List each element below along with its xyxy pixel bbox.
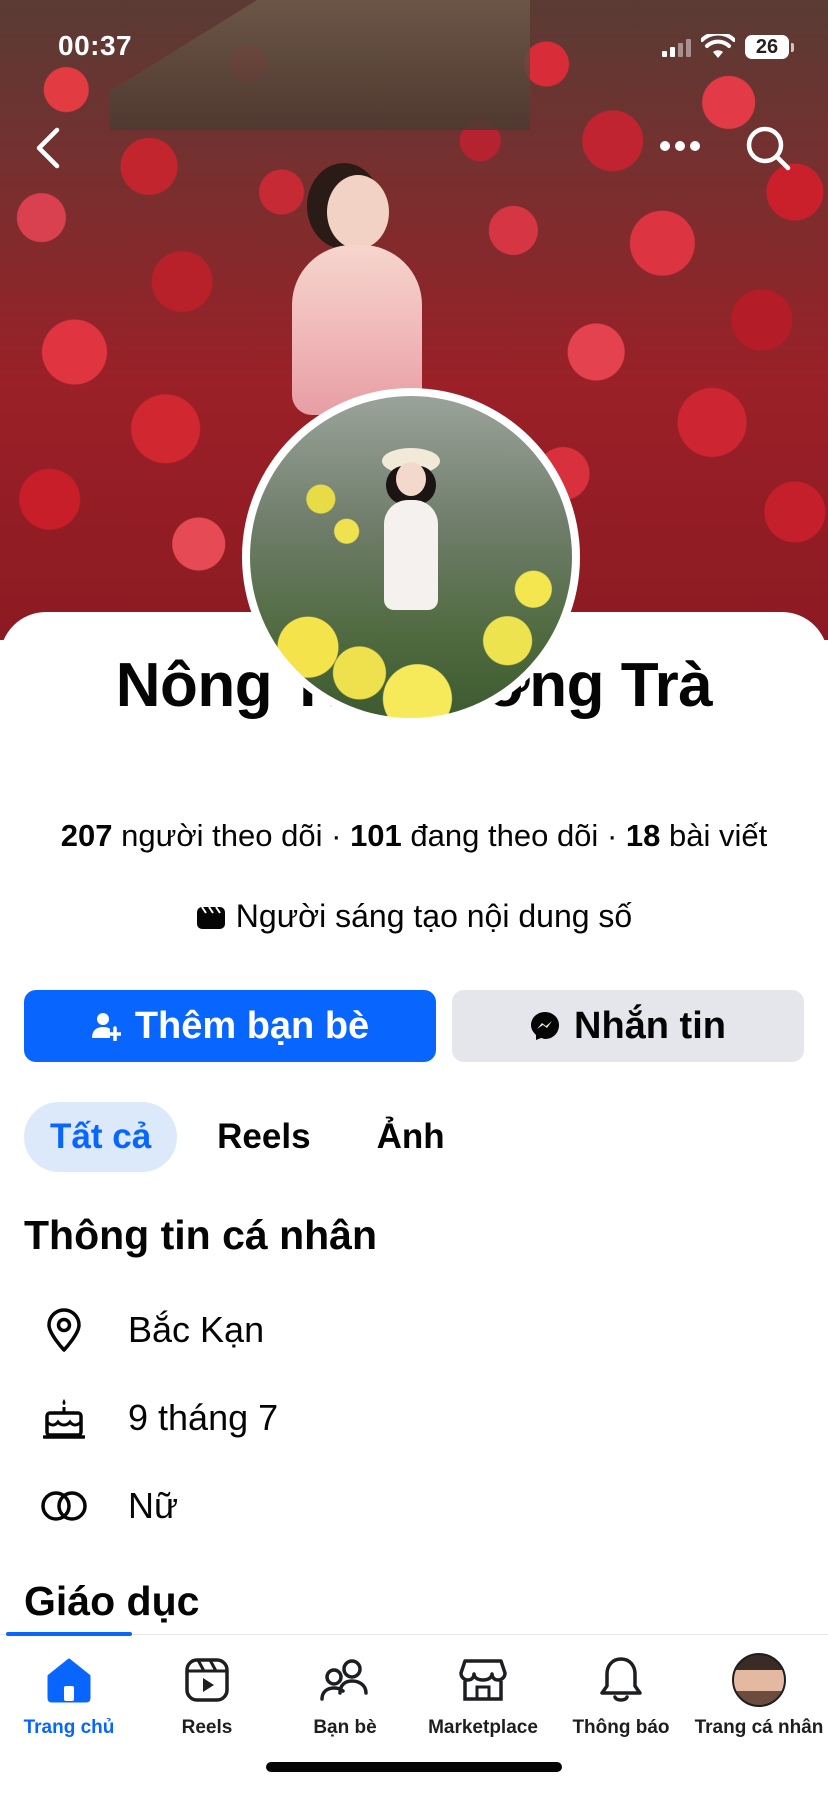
cellular-signal-icon	[662, 37, 691, 57]
clapperboard-icon	[196, 905, 225, 929]
chevron-left-icon[interactable]	[26, 118, 70, 178]
profile-tabs: Tất cả Reels Ảnh	[24, 1102, 471, 1172]
profile-avatar-icon	[732, 1653, 786, 1707]
nav-notifications[interactable]: Thông báo	[552, 1653, 690, 1739]
tab-photos[interactable]: Ảnh	[351, 1102, 471, 1172]
birthday-cake-icon	[40, 1394, 88, 1442]
more-horizontal-icon[interactable]	[652, 126, 708, 166]
active-tab-indicator	[6, 1632, 132, 1636]
stats-separator: ·	[331, 818, 342, 853]
search-icon[interactable]	[740, 120, 796, 176]
posts-label: bài viết	[669, 818, 768, 853]
tab-all[interactable]: Tất cả	[24, 1102, 178, 1172]
status-indicators: 26	[662, 34, 794, 60]
nav-reels-label: Reels	[181, 1717, 233, 1738]
following-label[interactable]: đang theo dõi	[410, 818, 598, 853]
posts-count: 18	[625, 818, 661, 853]
tab-reels[interactable]: Reels	[191, 1102, 336, 1172]
home-icon	[42, 1653, 96, 1707]
add-friend-label: Thêm bạn bè	[134, 1004, 370, 1047]
info-location[interactable]: Bắc Kạn	[40, 1300, 264, 1360]
personal-info-title: Thông tin cá nhân	[24, 1212, 378, 1258]
nav-notifications-label: Thông báo	[572, 1717, 670, 1738]
bell-icon	[594, 1653, 648, 1707]
nav-profile-label: Trang cá nhân	[694, 1717, 824, 1738]
nav-profile[interactable]: Trang cá nhân	[690, 1653, 828, 1739]
followers-label[interactable]: người theo dõi	[121, 818, 322, 853]
info-location-text: Bắc Kạn	[128, 1309, 265, 1350]
battery-level: 26	[745, 35, 789, 59]
reels-icon	[180, 1653, 234, 1707]
location-pin-icon	[40, 1306, 88, 1354]
nav-marketplace-label: Marketplace	[428, 1717, 538, 1738]
marketplace-icon	[456, 1653, 510, 1707]
profile-avatar[interactable]	[242, 388, 580, 726]
wifi-icon	[701, 34, 735, 58]
gender-icon	[40, 1482, 88, 1530]
message-button[interactable]: Nhắn tin	[452, 990, 804, 1062]
info-birthday[interactable]: 9 tháng 7	[40, 1388, 278, 1448]
profile-photo	[250, 396, 572, 718]
status-time: 00:37	[58, 30, 133, 61]
cover-person-figure	[272, 175, 442, 415]
nav-marketplace[interactable]: Marketplace	[414, 1653, 552, 1739]
message-label: Nhắn tin	[574, 1004, 726, 1047]
category-label: Người sáng tạo nội dung số	[235, 898, 633, 934]
home-indicator	[266, 1762, 562, 1772]
info-gender[interactable]: Nữ	[40, 1476, 178, 1536]
add-friend-icon	[91, 1013, 121, 1041]
battery-icon: 26	[745, 35, 794, 59]
nav-home-label: Trang chủ	[23, 1717, 115, 1738]
messenger-icon	[531, 1012, 559, 1040]
nav-reels[interactable]: Reels	[138, 1653, 276, 1739]
followers-count[interactable]: 207	[61, 818, 113, 853]
info-birthday-text: 9 tháng 7	[128, 1397, 279, 1438]
info-gender-text: Nữ	[128, 1485, 179, 1526]
nav-home[interactable]: Trang chủ	[0, 1653, 138, 1739]
education-title: Giáo dục	[24, 1578, 200, 1624]
profile-category: Người sáng tạo nội dung số	[0, 898, 828, 935]
nav-friends[interactable]: Bạn bè	[276, 1653, 414, 1739]
following-count[interactable]: 101	[350, 818, 402, 853]
stats-separator: ·	[606, 818, 618, 853]
nav-friends-label: Bạn bè	[313, 1717, 377, 1738]
add-friend-button[interactable]: Thêm bạn bè	[24, 990, 436, 1062]
avatar-figure	[376, 448, 446, 628]
profile-stats: 207 người theo dõi · 101 đang theo dõi ·…	[0, 818, 828, 854]
friends-icon	[318, 1653, 372, 1707]
cover-house-shape	[110, 0, 530, 130]
